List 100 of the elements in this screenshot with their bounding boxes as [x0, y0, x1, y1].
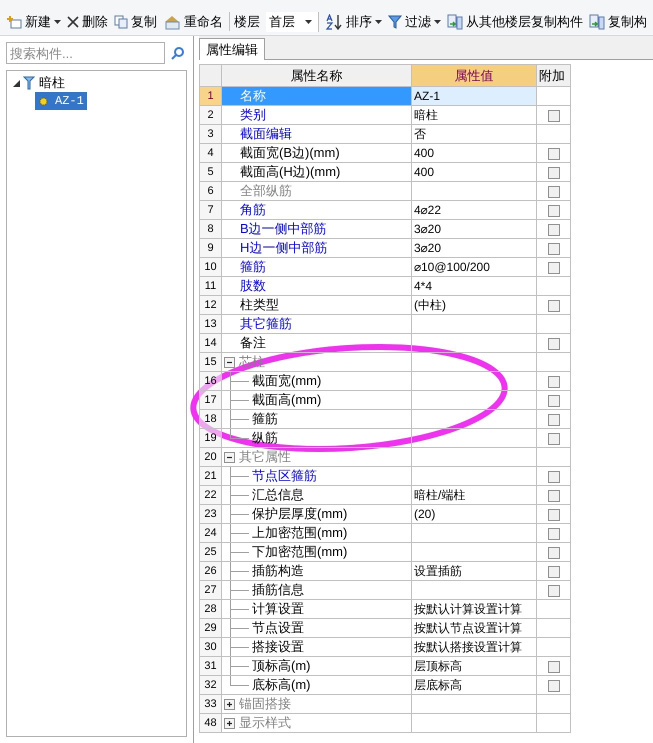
property-value[interactable]: 400: [414, 146, 434, 160]
property-value[interactable]: 3⌀20: [414, 241, 442, 255]
property-name: 全部纵筋: [240, 182, 292, 200]
checkbox[interactable]: [548, 110, 560, 122]
row-number[interactable]: 29: [200, 618, 222, 638]
expand-toggle-icon[interactable]: [224, 718, 235, 728]
search-icon[interactable]: [171, 46, 185, 60]
row-number[interactable]: 30: [200, 638, 222, 656]
collapse-toggle-icon[interactable]: [224, 356, 235, 368]
row-number[interactable]: 1: [200, 86, 222, 106]
checkbox[interactable]: [548, 660, 560, 673]
toolbar-button[interactable]: 删除: [67, 12, 108, 32]
row-number[interactable]: 14: [200, 334, 222, 352]
row-number[interactable]: 31: [200, 656, 222, 676]
toolbar-button[interactable]: 重命名: [163, 12, 223, 32]
property-name: 底标高(m): [252, 676, 310, 694]
checkbox[interactable]: [548, 224, 560, 236]
checkbox[interactable]: [548, 470, 560, 483]
tree-item[interactable]: 暗柱: [38, 73, 66, 93]
toolbar-button[interactable]: 新建: [6, 12, 61, 32]
row-number[interactable]: 21: [200, 466, 222, 486]
row-number[interactable]: 5: [200, 162, 222, 182]
row-number[interactable]: 9: [200, 238, 222, 258]
row-number[interactable]: 15: [200, 352, 222, 372]
checkbox[interactable]: [548, 166, 560, 179]
checkbox[interactable]: [548, 300, 560, 312]
property-name: 节点区箍筋: [252, 467, 317, 486]
tree-line: [230, 391, 250, 409]
checkbox[interactable]: [548, 262, 560, 274]
checkbox[interactable]: [548, 414, 560, 426]
tree-item[interactable]: AZ-1: [35, 92, 87, 110]
floor-dropdown[interactable]: 首层: [266, 12, 319, 32]
property-name: 插筋信息: [252, 581, 304, 600]
row-number[interactable]: 32: [200, 676, 222, 694]
row-number[interactable]: 17: [200, 390, 222, 410]
tree-line: [230, 562, 250, 580]
row-number[interactable]: 48: [200, 714, 222, 732]
expand-toggle-icon[interactable]: [224, 698, 235, 710]
checkbox[interactable]: [548, 546, 560, 559]
property-name: 显示样式: [239, 714, 291, 732]
property-value[interactable]: 400: [414, 165, 434, 179]
property-value[interactable]: 4⌀22: [414, 203, 442, 217]
checkbox[interactable]: [548, 148, 560, 160]
new-icon: [6, 14, 22, 28]
checkbox[interactable]: [548, 204, 560, 217]
toolbar-button[interactable]: 从其他楼层复制构件: [447, 12, 583, 32]
column-header[interactable]: 属性值: [412, 64, 536, 86]
checkbox[interactable]: [548, 376, 560, 388]
checkbox[interactable]: [548, 490, 560, 502]
tab[interactable]: 属性编辑: [199, 38, 265, 60]
row-number[interactable]: 26: [200, 562, 222, 580]
row-number[interactable]: 25: [200, 542, 222, 562]
toolbar-button[interactable]: 过滤: [388, 12, 441, 32]
row-number[interactable]: 22: [200, 486, 222, 504]
checkbox[interactable]: [548, 680, 560, 692]
row-number[interactable]: 27: [200, 580, 222, 600]
collapse-toggle-icon[interactable]: [224, 452, 235, 462]
row-number[interactable]: 12: [200, 296, 222, 314]
property-value[interactable]: AZ-1: [414, 89, 440, 103]
checkbox[interactable]: [548, 432, 560, 445]
property-value[interactable]: 暗柱: [414, 108, 438, 122]
checkbox[interactable]: [548, 394, 560, 407]
property-value[interactable]: (20): [414, 507, 436, 521]
row-number[interactable]: 18: [200, 410, 222, 428]
row-number[interactable]: 11: [200, 276, 222, 296]
row-number[interactable]: 24: [200, 524, 222, 542]
property-value[interactable]: 4*4: [414, 279, 432, 293]
checkbox[interactable]: [548, 338, 560, 350]
row-number[interactable]: 10: [200, 258, 222, 276]
row-number[interactable]: 8: [200, 220, 222, 238]
search-field[interactable]: 搜索构件...: [6, 42, 165, 64]
toolbar-button[interactable]: 复制构: [589, 12, 647, 32]
toolbar-button[interactable]: 排序: [325, 12, 382, 32]
row-number[interactable]: 19: [200, 428, 222, 448]
column-header[interactable]: 附加: [536, 64, 570, 86]
checkbox[interactable]: [548, 566, 560, 578]
checkbox[interactable]: [548, 242, 560, 255]
row-number[interactable]: 13: [200, 314, 222, 334]
property-value[interactable]: 3⌀20: [414, 222, 442, 236]
row-number[interactable]: 2: [200, 106, 222, 124]
checkbox[interactable]: [548, 186, 560, 198]
property-name: 汇总信息: [252, 486, 304, 504]
row-number[interactable]: 23: [200, 504, 222, 524]
row-number[interactable]: 28: [200, 600, 222, 618]
row-number[interactable]: 33: [200, 694, 222, 714]
column-header[interactable]: 属性名称: [222, 64, 412, 86]
row-number[interactable]: 7: [200, 200, 222, 220]
row-number[interactable]: 6: [200, 182, 222, 200]
checkbox[interactable]: [548, 508, 560, 521]
row-number[interactable]: 16: [200, 372, 222, 390]
row-number[interactable]: 3: [200, 124, 222, 144]
property-name: 柱类型: [240, 296, 279, 314]
row-number[interactable]: 4: [200, 144, 222, 162]
property-value[interactable]: 否: [414, 127, 426, 141]
toolbar-button[interactable]: 复制: [114, 12, 157, 32]
checkbox[interactable]: [548, 584, 560, 597]
row-number[interactable]: 20: [200, 448, 222, 466]
property-value[interactable]: (中柱): [414, 298, 446, 312]
expander-icon[interactable]: [13, 80, 20, 86]
checkbox[interactable]: [548, 528, 560, 540]
